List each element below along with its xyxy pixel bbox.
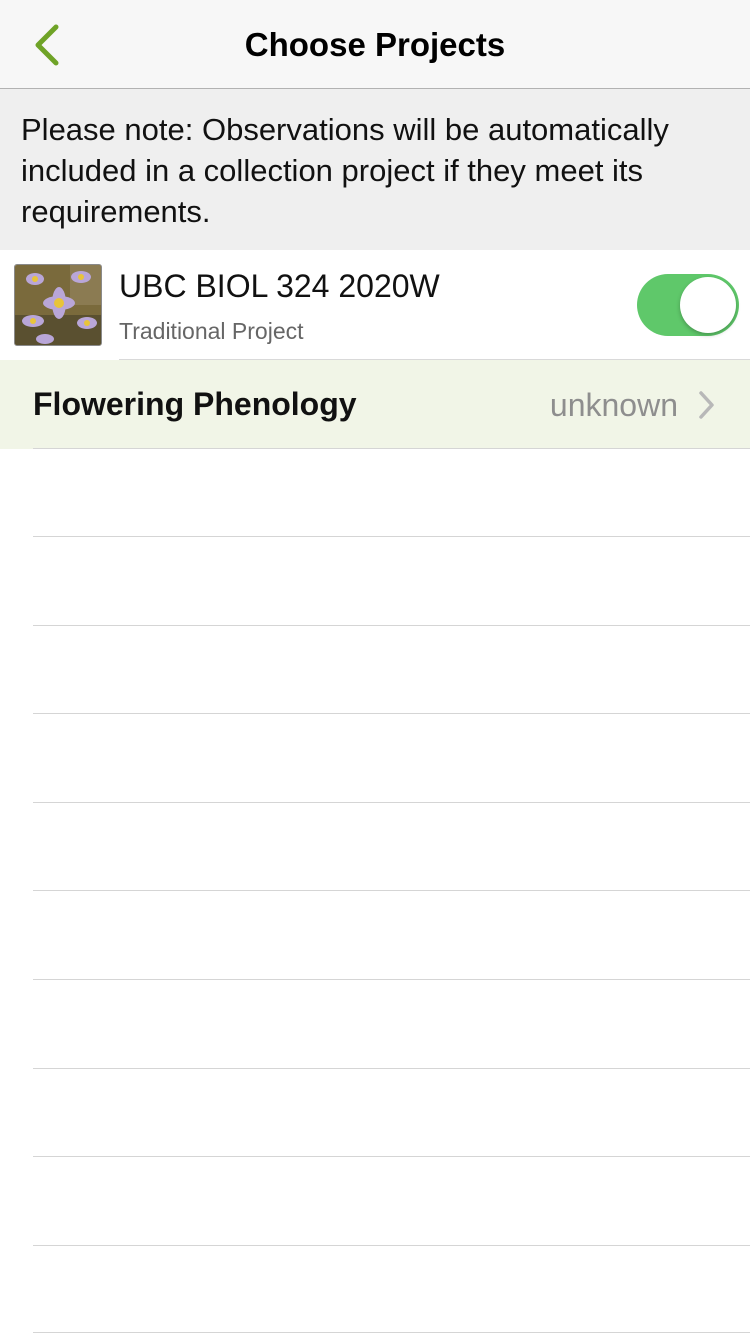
empty-row-separator	[33, 1068, 750, 1069]
empty-row-separator	[33, 979, 750, 980]
project-row[interactable]: UBC BIOL 324 2020W Traditional Project	[0, 250, 750, 360]
empty-row-separator	[33, 1332, 750, 1333]
empty-row-separator	[33, 448, 750, 449]
empty-row-separator	[33, 536, 750, 537]
field-label: Flowering Phenology	[33, 386, 357, 422]
empty-row-separator	[33, 625, 750, 626]
page-title: Choose Projects	[244, 26, 506, 63]
flower-photo-icon	[15, 265, 101, 345]
chevron-right-icon	[699, 391, 714, 419]
navigation-bar: Choose Projects	[0, 0, 750, 89]
project-name: UBC BIOL 324 2020W	[119, 268, 440, 304]
project-type: Traditional Project	[119, 318, 304, 344]
empty-row-separator	[33, 1156, 750, 1157]
project-toggle[interactable]	[637, 274, 739, 336]
empty-row-separator	[33, 713, 750, 714]
project-thumbnail	[14, 264, 102, 346]
empty-row-separator	[33, 802, 750, 803]
empty-row-separator	[33, 1245, 750, 1246]
field-value: unknown	[549, 387, 678, 423]
collection-project-note: Please note: Observations will be automa…	[0, 89, 750, 250]
empty-row-separator	[33, 890, 750, 891]
field-row-flowering-phenology[interactable]: Flowering Phenology unknown	[0, 360, 750, 449]
choose-projects-screen: Choose Projects Please note: Observation…	[0, 0, 750, 1334]
toggle-knob	[680, 277, 736, 333]
